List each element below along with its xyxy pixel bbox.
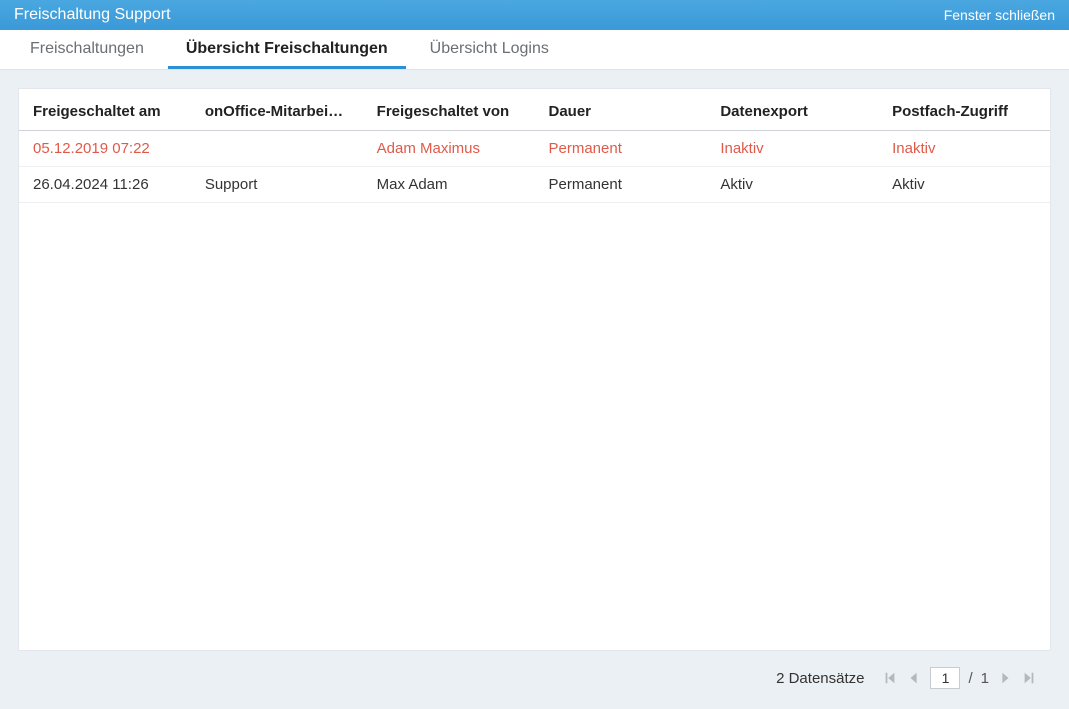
col-postfach-zugriff[interactable]: Postfach-Zugriff <box>878 89 1050 131</box>
col-dauer[interactable]: Dauer <box>534 89 706 131</box>
pager-first-icon[interactable] <box>882 670 898 686</box>
table-wrap: Freigeschaltet am onOffice-Mitarbei… Fre… <box>18 88 1051 651</box>
col-freigeschaltet-am[interactable]: Freigeschaltet am <box>19 89 191 131</box>
freischaltung-table: Freigeschaltet am onOffice-Mitarbei… Fre… <box>19 89 1050 203</box>
cell-datenexport: Inaktiv <box>706 131 878 167</box>
col-freigeschaltet-von[interactable]: Freigeschaltet von <box>363 89 535 131</box>
table-empty-area <box>19 203 1050 650</box>
titlebar: Freischaltung Support Fenster schließen <box>0 0 1069 30</box>
cell-mitarbeiter <box>191 131 363 167</box>
cell-dauer: Permanent <box>534 131 706 167</box>
tabs: Freischaltungen Übersicht Freischaltunge… <box>0 30 1069 70</box>
record-count: 2 Datensätze <box>776 670 864 687</box>
tab-uebersicht-freischaltungen[interactable]: Übersicht Freischaltungen <box>168 31 406 69</box>
close-window-link[interactable]: Fenster schließen <box>944 7 1055 23</box>
window-title: Freischaltung Support <box>14 6 171 24</box>
tab-label: Übersicht Freischaltungen <box>186 40 388 57</box>
cell-dauer: Permanent <box>534 167 706 203</box>
cell-freigeschaltet-am: 26.04.2024 11:26 <box>19 167 191 203</box>
col-datenexport[interactable]: Datenexport <box>706 89 878 131</box>
table-header-row: Freigeschaltet am onOffice-Mitarbei… Fre… <box>19 89 1050 131</box>
tab-freischaltungen[interactable]: Freischaltungen <box>12 31 162 69</box>
tab-label: Übersicht Logins <box>430 40 549 57</box>
pager-next-icon[interactable] <box>997 670 1013 686</box>
table-row[interactable]: 26.04.2024 11:26 Support Max Adam Perman… <box>19 167 1050 203</box>
pager-last-icon[interactable] <box>1021 670 1037 686</box>
cell-mitarbeiter: Support <box>191 167 363 203</box>
tab-uebersicht-logins[interactable]: Übersicht Logins <box>412 31 567 69</box>
cell-freigeschaltet-von: Max Adam <box>363 167 535 203</box>
pager-prev-icon[interactable] <box>906 670 922 686</box>
pager: 2 Datensätze / 1 <box>18 659 1051 697</box>
cell-postfach: Aktiv <box>878 167 1050 203</box>
cell-postfach: Inaktiv <box>878 131 1050 167</box>
cell-freigeschaltet-am: 05.12.2019 07:22 <box>19 131 191 167</box>
pager-sep: / <box>968 670 972 687</box>
pager-total: 1 <box>981 670 989 687</box>
content: Freigeschaltet am onOffice-Mitarbei… Fre… <box>0 70 1069 709</box>
window: Freischaltung Support Fenster schließen … <box>0 0 1069 709</box>
cell-datenexport: Aktiv <box>706 167 878 203</box>
tab-label: Freischaltungen <box>30 40 144 57</box>
pager-page-input[interactable] <box>930 667 960 689</box>
cell-freigeschaltet-von: Adam Maximus <box>363 131 535 167</box>
table-row[interactable]: 05.12.2019 07:22 Adam Maximus Permanent … <box>19 131 1050 167</box>
col-onoffice-mitarbeiter[interactable]: onOffice-Mitarbei… <box>191 89 363 131</box>
